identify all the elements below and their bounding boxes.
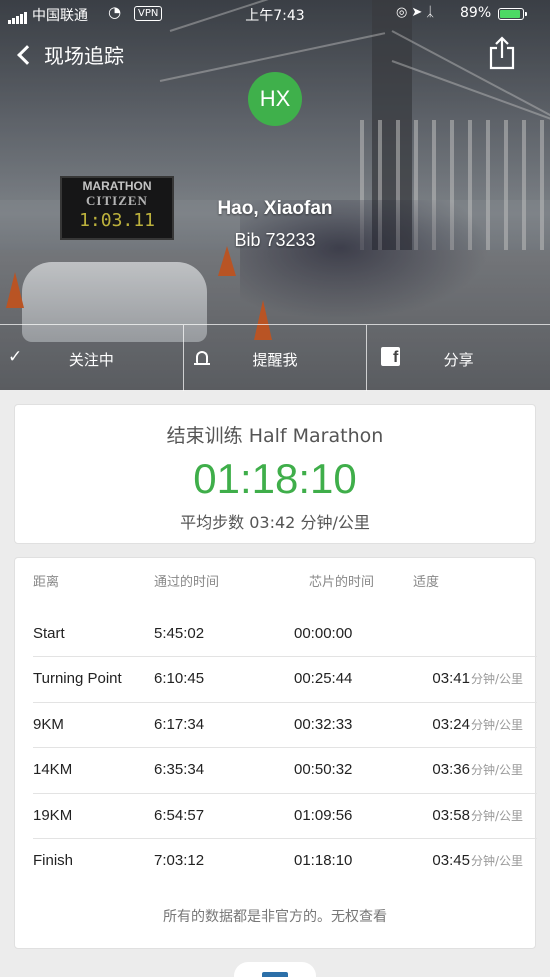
split-chip-time: 01:09:56 xyxy=(294,807,353,824)
split-chip-time: 00:00:00 xyxy=(294,625,353,642)
following-button[interactable]: ✓ 关注中 xyxy=(0,325,183,391)
split-pass-time: 5:45:02 xyxy=(154,625,205,642)
split-pace-unit: 分钟/公里 xyxy=(470,763,523,777)
split-distance: Turning Point xyxy=(33,670,122,687)
share-icon[interactable] xyxy=(488,36,516,70)
header-distance: 距离 xyxy=(33,575,60,590)
split-chip-time: 00:25:44 xyxy=(294,670,353,687)
following-label: 关注中 xyxy=(68,351,114,369)
split-chip-time: 01:18:10 xyxy=(294,852,353,869)
table-row: Start 5:45:02 00:00:00 xyxy=(15,611,537,657)
location-icon: ➤ xyxy=(411,5,427,20)
avatar: HX xyxy=(248,72,302,126)
finish-time: 01:18:10 xyxy=(193,455,357,502)
header-pace: 适度 xyxy=(413,575,440,590)
header-pass-time: 通过的时间 xyxy=(154,575,220,590)
split-distance: 9KM xyxy=(33,716,64,733)
orientation-lock-icon: ◎ xyxy=(396,5,412,20)
back-label: 现场追踪 xyxy=(44,44,124,68)
sponsor-logo-mark xyxy=(262,972,288,977)
split-pace-unit: 分钟/公里 xyxy=(470,809,523,823)
split-distance: Start xyxy=(33,625,65,642)
splits-table: 距离 通过的时间 芯片的时间 适度 Start 5:45:02 00:00:00… xyxy=(14,557,537,949)
split-pace: 03:58分钟/公里 xyxy=(432,807,523,824)
table-row: Finish 7:03:12 01:18:10 03:45分钟/公里 xyxy=(15,838,537,884)
split-pace-unit: 分钟/公里 xyxy=(470,854,523,868)
battery-icon xyxy=(498,8,527,20)
split-pass-time: 6:35:34 xyxy=(154,761,205,778)
split-pace-value: 03:58 xyxy=(432,807,470,824)
action-bar: ✓ 关注中 提醒我 f 分享 xyxy=(0,324,550,391)
split-pace-value: 03:45 xyxy=(432,852,470,869)
split-pass-time: 7:03:12 xyxy=(154,852,205,869)
split-distance: 19KM xyxy=(33,807,73,824)
split-pace: 03:36分钟/公里 xyxy=(432,761,523,778)
split-pace: 03:45分钟/公里 xyxy=(432,852,523,869)
split-chip-time: 00:50:32 xyxy=(294,761,353,778)
table-row: 14KM 6:35:34 00:50:32 03:36分钟/公里 xyxy=(15,747,537,793)
average-pace: 平均步数 03:42 分钟/公里 xyxy=(180,513,370,532)
share-label: 分享 xyxy=(443,351,474,369)
bluetooth-icon: ᛣ xyxy=(426,5,439,20)
split-distance: Finish xyxy=(33,852,74,869)
battery-percent: 89% xyxy=(460,5,492,21)
split-distance: 14KM xyxy=(33,761,73,778)
header-chip-time: 芯片的时间 xyxy=(309,575,375,590)
event-title: 结束训练 Half Marathon xyxy=(166,425,384,447)
remind-me-label: 提醒我 xyxy=(252,351,298,369)
unofficial-data-note: 所有的数据都是非官方的。无权查看 xyxy=(163,909,387,925)
status-icons: ◎➤ᛣ xyxy=(396,5,438,20)
status-bar: 中国联通 ◔ VPN 上午7:43 ◎➤ᛣ 89% xyxy=(0,0,550,28)
bib-number: Bib 73233 xyxy=(234,230,316,250)
battery-level xyxy=(500,10,520,18)
runner-name: Hao, Xiaofan xyxy=(217,198,333,219)
split-pace: 03:24分钟/公里 xyxy=(432,716,523,733)
share-button[interactable]: f 分享 xyxy=(366,325,550,391)
split-pace-value: 03:36 xyxy=(432,761,470,778)
table-row: 9KM 6:17:34 00:32:33 03:24分钟/公里 xyxy=(15,702,537,748)
split-pace-value: 03:24 xyxy=(432,716,470,733)
split-pass-time: 6:10:45 xyxy=(154,670,205,687)
split-pace: 03:41分钟/公里 xyxy=(432,670,523,687)
split-chip-time: 00:32:33 xyxy=(294,716,353,733)
split-pass-time: 6:17:34 xyxy=(154,716,205,733)
split-pace-unit: 分钟/公里 xyxy=(470,718,523,732)
split-pass-time: 6:54:57 xyxy=(154,807,205,824)
chevron-left-icon xyxy=(17,44,37,65)
remind-me-button[interactable]: 提醒我 xyxy=(182,325,367,391)
table-row: 19KM 6:54:57 01:09:56 03:58分钟/公里 xyxy=(15,793,537,839)
sponsor-logo xyxy=(234,962,316,977)
table-row: Turning Point 6:10:45 00:25:44 03:41分钟/公… xyxy=(15,656,537,702)
split-pace-unit: 分钟/公里 xyxy=(470,672,523,686)
back-button[interactable]: 现场追踪 xyxy=(14,40,124,69)
split-pace-value: 03:41 xyxy=(432,670,470,687)
result-summary-card: 结束训练 Half Marathon 01:18:10 平均步数 03:42 分… xyxy=(14,404,536,544)
